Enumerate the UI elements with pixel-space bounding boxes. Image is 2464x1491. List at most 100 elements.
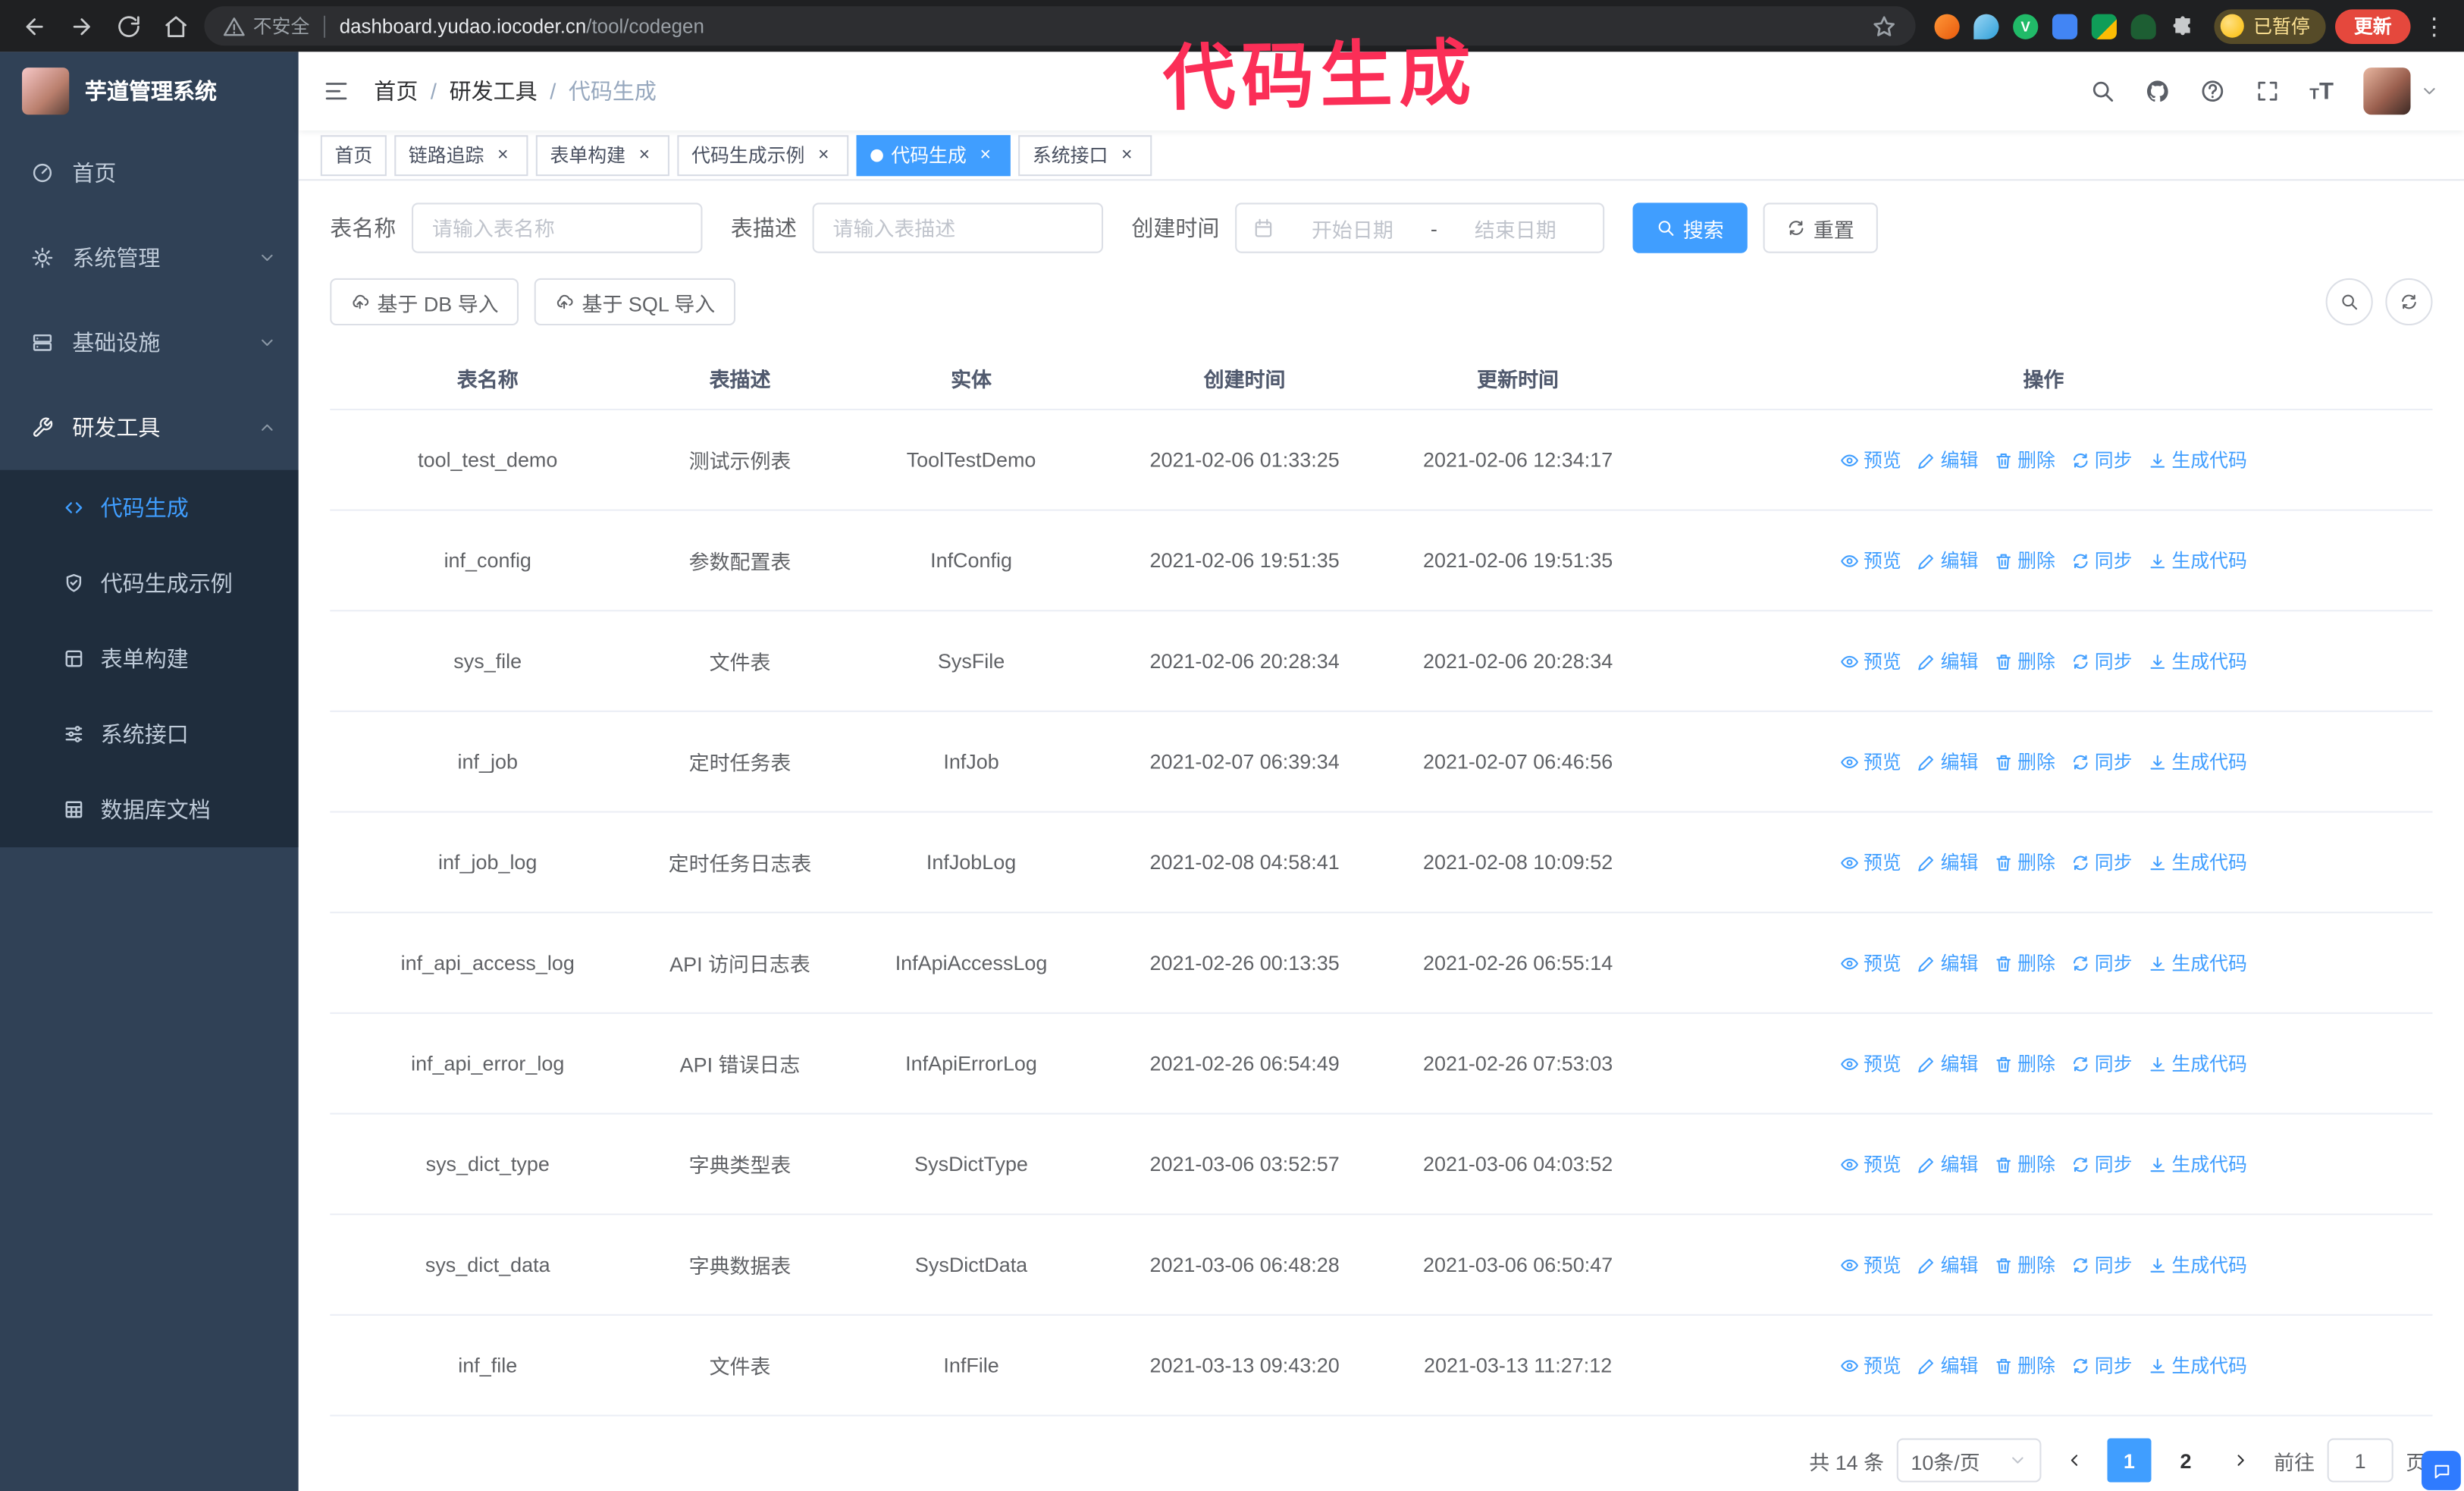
tag-home[interactable]: 首页 (320, 134, 387, 176)
delete-link[interactable]: 删除 (1994, 950, 2055, 976)
sidebar-item-system-api[interactable]: 系统接口 (0, 696, 299, 771)
extension-icon-3[interactable]: V (2013, 13, 2039, 39)
sync-link[interactable]: 同步 (2071, 447, 2133, 473)
toggle-search-button[interactable] (2325, 278, 2373, 326)
close-icon[interactable]: × (974, 143, 996, 166)
generate-code-link[interactable]: 生成代码 (2148, 1150, 2247, 1177)
sidebar-item-form-builder[interactable]: 表单构建 (0, 621, 299, 696)
github-icon[interactable] (2145, 79, 2170, 104)
preview-link[interactable]: 预览 (1840, 1352, 1901, 1379)
sync-link[interactable]: 同步 (2071, 1251, 2133, 1278)
sync-link[interactable]: 同步 (2071, 950, 2133, 976)
tag-codegen[interactable]: 代码生成 × (856, 134, 1011, 176)
extension-icon-6[interactable] (2130, 13, 2156, 39)
edit-link[interactable]: 编辑 (1917, 1050, 1978, 1077)
search-icon[interactable] (2089, 79, 2114, 104)
close-icon[interactable]: × (1116, 143, 1138, 166)
search-button[interactable]: 搜索 (1632, 202, 1748, 253)
table-name-input[interactable] (412, 202, 703, 253)
sync-link[interactable]: 同步 (2071, 1050, 2133, 1077)
delete-link[interactable]: 删除 (1994, 749, 2055, 775)
generate-code-link[interactable]: 生成代码 (2148, 749, 2247, 775)
edit-link[interactable]: 编辑 (1917, 1150, 1978, 1177)
delete-link[interactable]: 删除 (1994, 1251, 2055, 1278)
close-icon[interactable]: × (813, 143, 835, 166)
sidebar-item-infra[interactable]: 基础设施 (0, 300, 299, 385)
reset-button[interactable]: 重置 (1763, 202, 1878, 253)
extension-icon-4[interactable] (2052, 13, 2078, 39)
extension-icon-2[interactable] (1973, 13, 1999, 39)
floating-widget[interactable] (2422, 1451, 2461, 1490)
sync-link[interactable]: 同步 (2071, 849, 2133, 875)
tag-tracing[interactable]: 链路追踪 × (394, 134, 528, 176)
create-time-range-picker[interactable]: 开始日期 - 结束日期 (1235, 202, 1605, 253)
profile-paused-badge[interactable]: 已暂停 (2214, 8, 2326, 43)
bookmark-star-icon[interactable] (1872, 14, 1897, 39)
tag-codegen-example[interactable]: 代码生成示例 × (677, 134, 849, 176)
generate-code-link[interactable]: 生成代码 (2148, 1050, 2247, 1077)
browser-update-button[interactable]: 更新 (2334, 8, 2411, 43)
edit-link[interactable]: 编辑 (1917, 1352, 1978, 1379)
help-icon[interactable] (2199, 79, 2224, 104)
sync-link[interactable]: 同步 (2071, 648, 2133, 674)
page-size-select[interactable]: 10条/页 (1896, 1438, 2042, 1483)
preview-link[interactable]: 预览 (1840, 950, 1901, 976)
page-number-1[interactable]: 1 (2107, 1438, 2152, 1483)
edit-link[interactable]: 编辑 (1917, 447, 1978, 473)
preview-link[interactable]: 预览 (1840, 849, 1901, 875)
close-icon[interactable]: × (492, 143, 514, 166)
sync-link[interactable]: 同步 (2071, 749, 2133, 775)
preview-link[interactable]: 预览 (1840, 749, 1901, 775)
breadcrumb-home[interactable]: 首页 (374, 75, 418, 106)
user-menu[interactable] (2363, 67, 2438, 115)
preview-link[interactable]: 预览 (1840, 447, 1901, 473)
delete-link[interactable]: 删除 (1994, 1150, 2055, 1177)
generate-code-link[interactable]: 生成代码 (2148, 950, 2247, 976)
browser-menu-icon[interactable]: ⋮ (2420, 12, 2448, 40)
delete-link[interactable]: 删除 (1994, 447, 2055, 473)
app-logo[interactable]: 芋道管理系统 (0, 52, 299, 130)
sidebar-toggle-icon[interactable] (324, 79, 349, 104)
table-desc-input[interactable] (812, 202, 1104, 253)
delete-link[interactable]: 删除 (1994, 849, 2055, 875)
page-number-2[interactable]: 2 (2164, 1439, 2208, 1483)
sync-link[interactable]: 同步 (2071, 1352, 2133, 1379)
preview-link[interactable]: 预览 (1840, 1150, 1901, 1177)
import-db-button[interactable]: 基于 DB 导入 (330, 278, 519, 326)
security-status[interactable]: 不安全 (223, 13, 309, 39)
sidebar-item-codegen[interactable]: 代码生成 (0, 470, 299, 545)
generate-code-link[interactable]: 生成代码 (2148, 1352, 2247, 1379)
delete-link[interactable]: 删除 (1994, 1352, 2055, 1379)
goto-page-input[interactable] (2327, 1438, 2393, 1483)
preview-link[interactable]: 预览 (1840, 1251, 1901, 1278)
edit-link[interactable]: 编辑 (1917, 1251, 1978, 1278)
sidebar-item-dev-tools[interactable]: 研发工具 (0, 385, 299, 470)
generate-code-link[interactable]: 生成代码 (2148, 849, 2247, 875)
sync-link[interactable]: 同步 (2071, 1150, 2133, 1177)
delete-link[interactable]: 删除 (1994, 1050, 2055, 1077)
edit-link[interactable]: 编辑 (1917, 950, 1978, 976)
next-page-button[interactable] (2221, 1439, 2262, 1483)
extension-icon-5[interactable] (2091, 13, 2117, 39)
edit-link[interactable]: 编辑 (1917, 648, 1978, 674)
import-sql-button[interactable]: 基于 SQL 导入 (534, 278, 736, 326)
close-icon[interactable]: × (633, 143, 655, 166)
delete-link[interactable]: 删除 (1994, 547, 2055, 573)
address-bar[interactable]: 不安全 dashboard.yudao.iocoder.cn/tool/code… (204, 6, 1916, 46)
sidebar-item-home[interactable]: 首页 (0, 130, 299, 215)
browser-reload-button[interactable] (110, 7, 148, 45)
generate-code-link[interactable]: 生成代码 (2148, 547, 2247, 573)
browser-forward-button[interactable] (63, 7, 101, 45)
edit-link[interactable]: 编辑 (1917, 547, 1978, 573)
browser-home-button[interactable] (157, 7, 195, 45)
sync-link[interactable]: 同步 (2071, 547, 2133, 573)
preview-link[interactable]: 预览 (1840, 547, 1901, 573)
tag-system-api[interactable]: 系统接口 × (1018, 134, 1152, 176)
refresh-table-button[interactable] (2385, 278, 2433, 326)
edit-link[interactable]: 编辑 (1917, 749, 1978, 775)
font-size-icon[interactable]: TT (2309, 78, 2334, 105)
tag-form-builder[interactable]: 表单构建 × (535, 134, 670, 176)
edit-link[interactable]: 编辑 (1917, 849, 1978, 875)
sidebar-item-db-doc[interactable]: 数据库文档 (0, 772, 299, 847)
fullscreen-icon[interactable] (2255, 79, 2280, 104)
